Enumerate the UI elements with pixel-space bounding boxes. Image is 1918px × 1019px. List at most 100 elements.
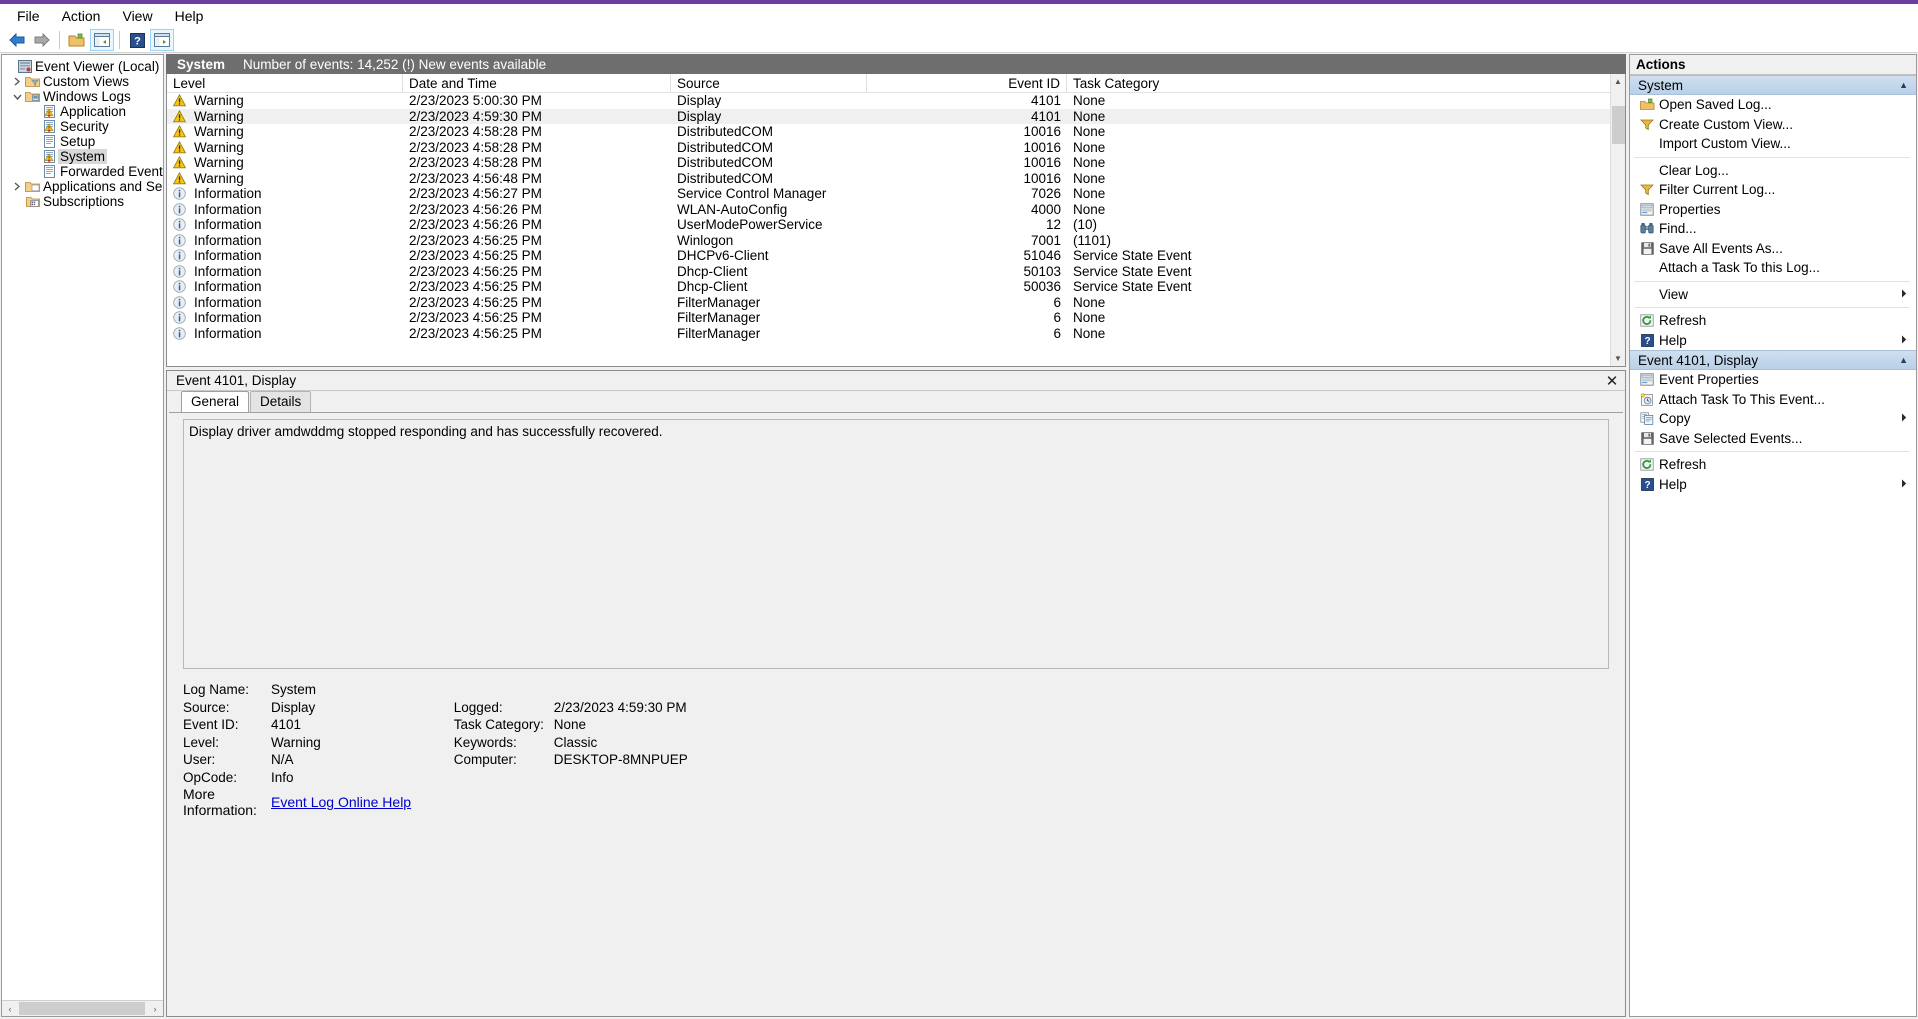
cell-source: UserModePowerService: [677, 217, 823, 233]
scroll-down-icon[interactable]: ▼: [1611, 351, 1626, 366]
tree-root-expander[interactable]: [2, 59, 16, 74]
label-event-id: Event ID:: [183, 717, 239, 733]
column-header-level[interactable]: Level: [167, 74, 403, 93]
chevron-right-icon[interactable]: [10, 74, 24, 89]
menu-action[interactable]: Action: [51, 5, 112, 27]
help-icon[interactable]: ?: [125, 29, 149, 51]
table-row[interactable]: Information 2/23/2023 4:56:25 PM FilterMan…: [167, 326, 1625, 342]
column-header-event-id[interactable]: Event ID: [867, 74, 1067, 93]
cell-task-category: None: [1073, 201, 1106, 217]
show-hide-action-pane-icon[interactable]: [150, 29, 174, 51]
action-item-event-properties[interactable]: Event Properties: [1630, 370, 1916, 390]
forward-arrow-icon[interactable]: [30, 29, 54, 51]
tab-details[interactable]: Details: [250, 391, 312, 412]
show-hide-tree-icon[interactable]: [90, 29, 114, 51]
tree-item-setup[interactable]: Setup: [2, 134, 163, 149]
collapse-section-icon[interactable]: ▲: [1899, 80, 1908, 90]
scroll-right-icon[interactable]: ›: [147, 1001, 163, 1016]
table-row[interactable]: Information 2/23/2023 4:56:25 PM DHCPv6-Cl…: [167, 248, 1625, 264]
tree-horizontal-scrollbar[interactable]: ‹ ›: [2, 1000, 163, 1016]
actions-section-header[interactable]: Event 4101, Display ▲: [1630, 350, 1916, 370]
table-row[interactable]: Warning 2/23/2023 5:00:30 PM Display 4101 No…: [167, 93, 1625, 109]
table-row[interactable]: Warning 2/23/2023 4:59:30 PM Display 4101 No…: [167, 108, 1625, 124]
table-row[interactable]: Warning 2/23/2023 4:58:28 PM DistributedCO…: [167, 140, 1625, 156]
metadata-row-source: Source: Display: [183, 699, 321, 717]
log-icon: [41, 134, 58, 149]
actions-section-header[interactable]: System ▲: [1630, 75, 1916, 95]
cell-level: Warning: [167, 155, 403, 170]
cell-date-time: 2/23/2023 4:56:25 PM: [409, 248, 542, 264]
cell-level: Information: [167, 295, 403, 310]
svg-text:?: ?: [134, 35, 141, 47]
tree-item-security[interactable]: Security: [2, 119, 163, 134]
cell-source: Winlogon: [677, 232, 734, 248]
table-row[interactable]: Warning 2/23/2023 4:58:28 PM DistributedCO…: [167, 155, 1625, 171]
action-item-open-saved-log[interactable]: Open Saved Log...: [1630, 95, 1916, 115]
cell-source: DistributedCOM: [677, 155, 774, 171]
action-item-help[interactable]: ? Help: [1630, 331, 1916, 351]
action-item-create-custom-view[interactable]: Create Custom View...: [1630, 115, 1916, 135]
event-log-online-help-link[interactable]: Event Log Online Help: [271, 794, 411, 810]
menu-view[interactable]: View: [111, 5, 163, 27]
action-item-refresh[interactable]: Refresh: [1630, 311, 1916, 331]
action-item-filter-current-log[interactable]: Filter Current Log...: [1630, 180, 1916, 200]
table-row[interactable]: Information 2/23/2023 4:56:25 PM Dhcp-Clie…: [167, 264, 1625, 280]
table-row[interactable]: Information 2/23/2023 4:56:25 PM Winlogon 7…: [167, 233, 1625, 249]
tree-item-windows-logs[interactable]: Windows Logs: [2, 89, 163, 104]
scroll-left-icon[interactable]: ‹: [2, 1001, 18, 1016]
action-item-find[interactable]: Find...: [1630, 219, 1916, 239]
cell-task-category: None: [1073, 170, 1106, 186]
label-computer: Computer:: [453, 752, 517, 768]
cell-date-time: 2/23/2023 5:00:30 PM: [409, 93, 542, 109]
menu-help[interactable]: Help: [164, 5, 215, 27]
back-arrow-icon[interactable]: [5, 29, 29, 51]
cell-level: Information: [167, 233, 403, 248]
tree-item-subscriptions[interactable]: Subscriptions: [2, 194, 163, 209]
chevron-right-icon[interactable]: [10, 179, 24, 194]
value-user: N/A: [271, 752, 294, 768]
column-header-task-category[interactable]: Task Category: [1067, 74, 1625, 93]
tree-item-applications-and-services-lo[interactable]: Applications and Services Lo: [2, 179, 163, 194]
collapse-section-icon[interactable]: ▲: [1899, 355, 1908, 365]
menu-file[interactable]: File: [6, 5, 51, 27]
action-item-properties[interactable]: Properties: [1630, 200, 1916, 220]
chevron-down-icon[interactable]: [10, 89, 24, 104]
action-item-attach-a-task-to-this-log[interactable]: Attach a Task To this Log...: [1630, 258, 1916, 278]
cell-task-category: None: [1073, 325, 1106, 341]
action-item-view[interactable]: View: [1630, 285, 1916, 305]
action-item-clear-log[interactable]: Clear Log...: [1630, 161, 1916, 181]
action-item-save-selected-events[interactable]: Save Selected Events...: [1630, 429, 1916, 449]
table-row[interactable]: Information 2/23/2023 4:56:26 PM WLAN-Auto…: [167, 202, 1625, 218]
table-row[interactable]: Information 2/23/2023 4:56:26 PM UserModeP…: [167, 217, 1625, 233]
close-icon[interactable]: ✕: [1603, 372, 1621, 390]
tree-item-custom-views[interactable]: Custom Views: [2, 74, 163, 89]
table-row[interactable]: Information 2/23/2023 4:56:27 PM Service C…: [167, 186, 1625, 202]
scroll-thumb[interactable]: [19, 1002, 145, 1015]
action-item-attach-task-to-this-event[interactable]: Attach Task To This Event...: [1630, 390, 1916, 410]
action-item-refresh[interactable]: Refresh: [1630, 455, 1916, 475]
action-item-label: Copy: [1659, 411, 1691, 427]
scroll-thumb-vertical[interactable]: [1612, 106, 1625, 144]
cell-date-time: 2/23/2023 4:58:28 PM: [409, 155, 542, 171]
action-item-save-all-events-as[interactable]: Save All Events As...: [1630, 239, 1916, 259]
table-row[interactable]: Warning 2/23/2023 4:56:48 PM DistributedCO…: [167, 171, 1625, 187]
table-row[interactable]: Warning 2/23/2023 4:58:28 PM DistributedCO…: [167, 124, 1625, 140]
column-header-date-time[interactable]: Date and Time: [403, 74, 671, 93]
tree-item-system[interactable]: System: [2, 149, 163, 164]
column-header-source[interactable]: Source: [671, 74, 867, 93]
tree-root-event-viewer[interactable]: Event Viewer (Local): [2, 59, 163, 74]
action-item-import-custom-view[interactable]: Import Custom View...: [1630, 134, 1916, 154]
scroll-up-icon[interactable]: ▲: [1611, 74, 1626, 89]
action-item-label: Event Properties: [1659, 372, 1759, 388]
event-list-vertical-scrollbar[interactable]: ▲ ▼: [1610, 74, 1625, 366]
table-row[interactable]: Information 2/23/2023 4:56:25 PM FilterMan…: [167, 310, 1625, 326]
tree-item-forwarded-events[interactable]: Forwarded Events: [2, 164, 163, 179]
action-item-help[interactable]: ? Help: [1630, 475, 1916, 495]
tree-item-application[interactable]: Application: [2, 104, 163, 119]
table-row[interactable]: Information 2/23/2023 4:56:25 PM Dhcp-Clie…: [167, 279, 1625, 295]
table-row[interactable]: Information 2/23/2023 4:56:25 PM FilterMan…: [167, 295, 1625, 311]
tab-general[interactable]: General: [181, 391, 250, 412]
action-item-copy[interactable]: Copy: [1630, 409, 1916, 429]
open-folder-icon[interactable]: [65, 29, 89, 51]
cell-event-id: 50103: [1023, 263, 1061, 279]
